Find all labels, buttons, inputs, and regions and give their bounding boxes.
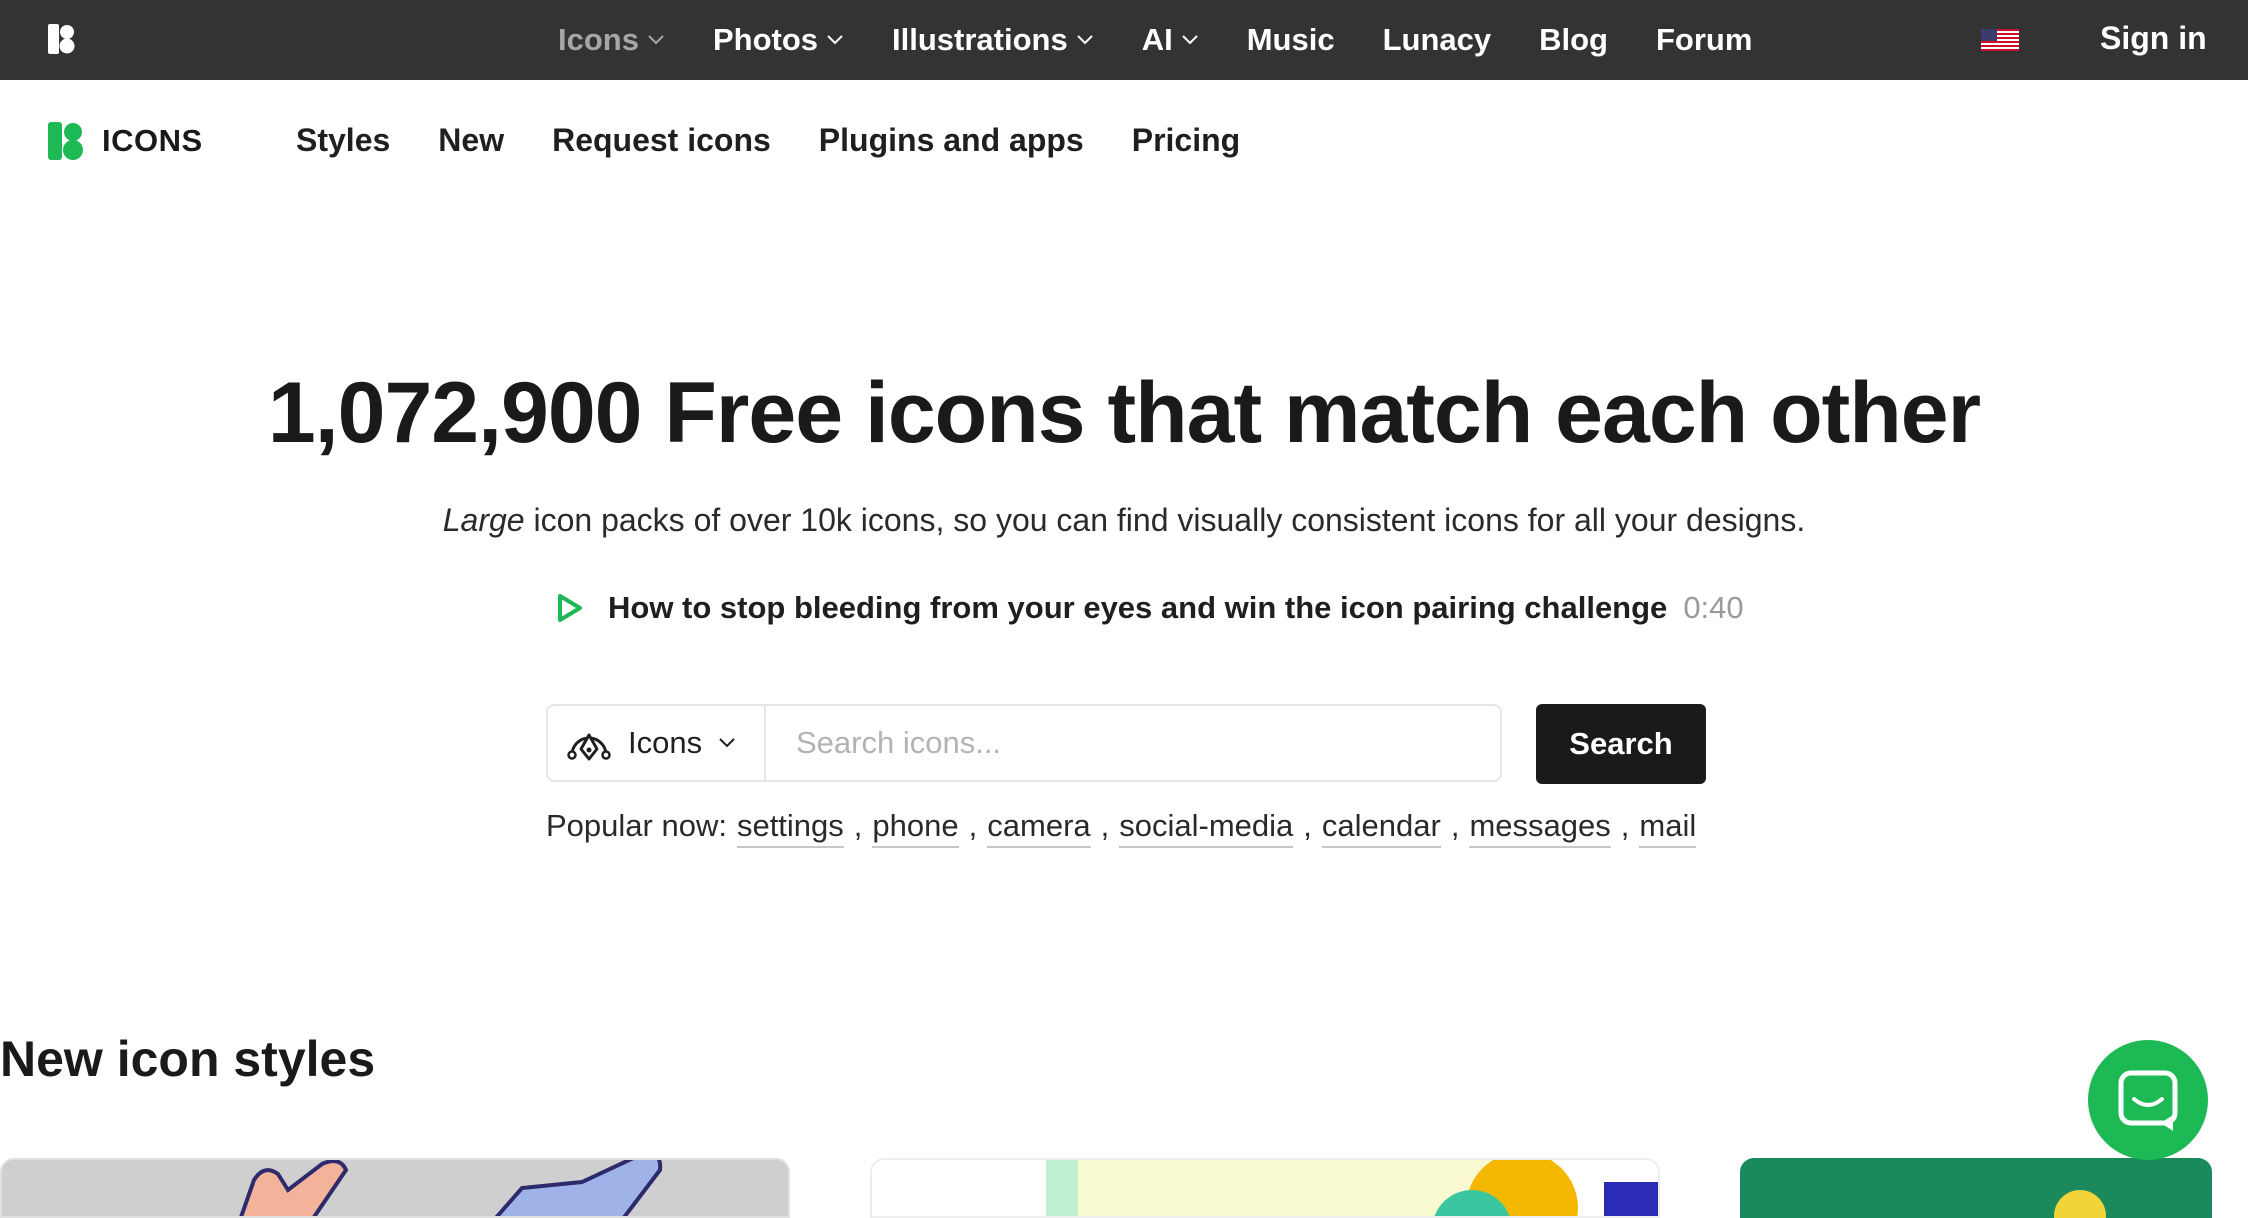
top-nav-music[interactable]: Music bbox=[1247, 22, 1335, 58]
hero-subtitle: Large icon packs of over 10k icons, so y… bbox=[0, 502, 2248, 539]
video-link[interactable]: How to stop bleeding from your eyes and … bbox=[556, 590, 1744, 626]
us-flag-icon[interactable] bbox=[1981, 29, 2019, 51]
top-nav-blog[interactable]: Blog bbox=[1539, 22, 1608, 58]
style-preview-illustration bbox=[1046, 1160, 1658, 1216]
video-duration: 0:40 bbox=[1683, 590, 1744, 625]
hero-subtitle-emphasis: Large bbox=[442, 502, 525, 538]
top-nav-ai[interactable]: AI bbox=[1142, 22, 1199, 58]
top-nav-icons[interactable]: Icons bbox=[558, 22, 665, 58]
style-preview-illustration bbox=[2054, 1190, 2106, 1218]
chevron-down-icon bbox=[648, 35, 664, 45]
brand-name: ICONS bbox=[102, 123, 203, 158]
top-nav-forum[interactable]: Forum bbox=[1656, 22, 1752, 58]
top-nav-ai-label: AI bbox=[1141, 22, 1173, 57]
popular-tag-phone[interactable]: phone bbox=[872, 808, 959, 848]
icon-style-card[interactable] bbox=[870, 1158, 1660, 1218]
separator: , bbox=[853, 808, 863, 843]
subnav-pricing[interactable]: Pricing bbox=[1132, 122, 1240, 159]
subnav: Styles New Request icons Plugins and app… bbox=[296, 122, 1240, 159]
top-nav-lunacy[interactable]: Lunacy bbox=[1383, 22, 1492, 58]
top-nav-music-label: Music bbox=[1246, 22, 1335, 57]
top-nav-lunacy-label: Lunacy bbox=[1382, 22, 1492, 57]
top-navigation-bar: Icons Photos Illustrations AI Music Luna… bbox=[0, 0, 2248, 80]
top-nav-blog-label: Blog bbox=[1539, 22, 1608, 57]
search-type-label: Icons bbox=[628, 725, 703, 760]
top-nav-photos[interactable]: Photos bbox=[713, 22, 844, 58]
chevron-down-icon bbox=[719, 738, 735, 748]
popular-tag-camera[interactable]: camera bbox=[987, 808, 1091, 848]
separator: , bbox=[1303, 808, 1312, 843]
sign-in-link[interactable]: Sign in bbox=[2100, 20, 2207, 57]
chevron-down-icon bbox=[827, 35, 843, 45]
page-title: 1,072,900 Free icons that match each oth… bbox=[267, 365, 1981, 461]
top-nav: Icons Photos Illustrations AI Music Luna… bbox=[558, 0, 1752, 80]
top-nav-photos-label: Photos bbox=[712, 22, 819, 57]
search-type-dropdown[interactable]: Icons bbox=[548, 706, 766, 780]
popular-label: Popular now: bbox=[546, 808, 727, 843]
popular-tag-settings[interactable]: settings bbox=[736, 808, 844, 848]
separator: , bbox=[1450, 808, 1460, 843]
section-title-new-icon-styles: New icon styles bbox=[0, 1031, 376, 1087]
section-navigation-bar: ICONS Styles New Request icons Plugins a… bbox=[0, 80, 2248, 204]
subnav-new[interactable]: New bbox=[438, 122, 504, 159]
search-box: Icons bbox=[546, 704, 1502, 782]
separator: , bbox=[1620, 808, 1630, 843]
icons8-logo-icon[interactable] bbox=[48, 24, 76, 54]
popular-tag-mail[interactable]: mail bbox=[1639, 808, 1697, 848]
top-nav-illustrations[interactable]: Illustrations bbox=[892, 22, 1094, 58]
top-nav-forum-label: Forum bbox=[1656, 22, 1753, 57]
icon-style-card[interactable] bbox=[1740, 1158, 2212, 1218]
popular-tag-calendar[interactable]: calendar bbox=[1321, 808, 1441, 848]
chat-icon bbox=[2118, 1070, 2178, 1131]
separator: , bbox=[968, 808, 978, 843]
play-icon bbox=[558, 594, 582, 622]
pen-tool-icon bbox=[567, 733, 611, 761]
top-nav-icons-label: Icons bbox=[558, 22, 639, 57]
search-input[interactable] bbox=[768, 706, 1498, 780]
top-nav-illustrations-label: Illustrations bbox=[892, 22, 1068, 57]
chat-support-button[interactable] bbox=[2088, 1040, 2208, 1160]
search-button[interactable]: Search bbox=[1536, 704, 1706, 784]
icon-style-card[interactable] bbox=[0, 1158, 790, 1218]
popular-tag-messages[interactable]: messages bbox=[1469, 808, 1611, 848]
separator: , bbox=[1100, 808, 1110, 843]
subnav-request-icons[interactable]: Request icons bbox=[552, 122, 771, 159]
hero-subtitle-text: icon packs of over 10k icons, so you can… bbox=[524, 502, 1806, 538]
icons8-brand-logo-icon bbox=[48, 122, 83, 160]
icons-brand[interactable]: ICONS bbox=[48, 122, 203, 160]
chevron-down-icon bbox=[1077, 35, 1093, 45]
subnav-styles[interactable]: Styles bbox=[296, 122, 390, 159]
popular-tag-social-media[interactable]: social-media bbox=[1119, 808, 1294, 848]
popular-searches: Popular now: settings, phone, camera, so… bbox=[546, 808, 1697, 848]
style-preview-illustration bbox=[239, 1160, 663, 1216]
subnav-plugins-and-apps[interactable]: Plugins and apps bbox=[819, 122, 1084, 159]
video-title: How to stop bleeding from your eyes and … bbox=[608, 590, 1668, 625]
chevron-down-icon bbox=[1182, 35, 1198, 45]
